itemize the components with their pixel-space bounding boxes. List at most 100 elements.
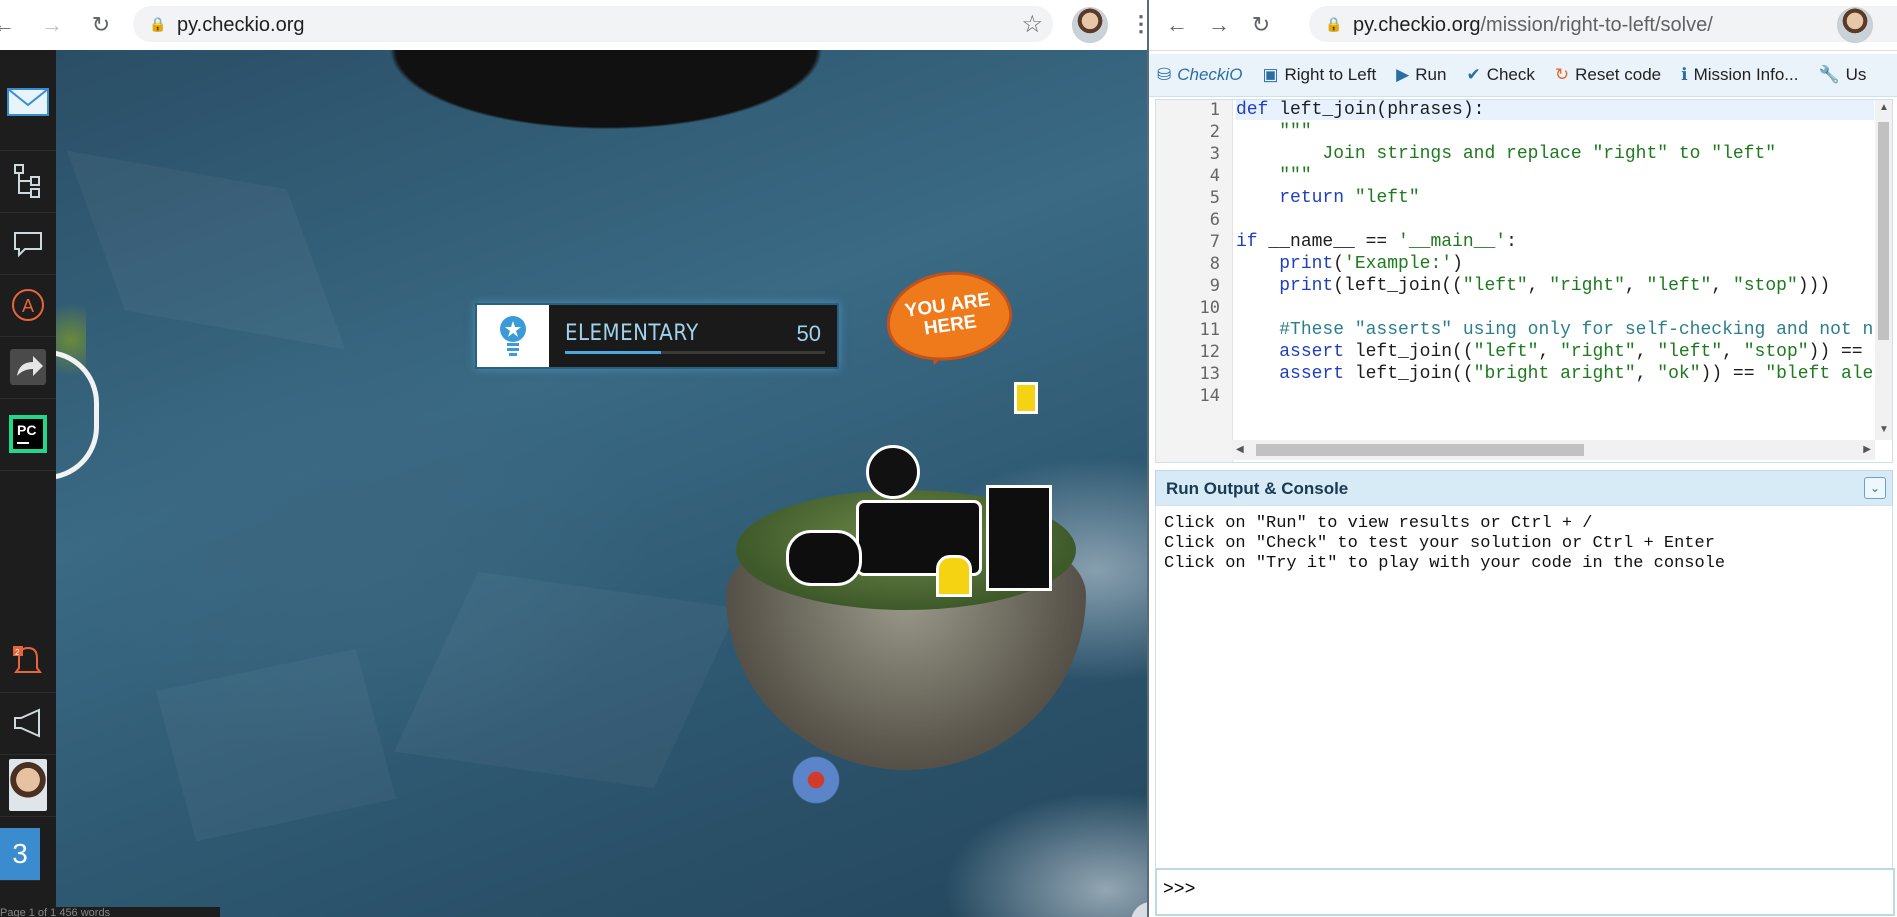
code-line[interactable]: if __name__ == '__main__': (1236, 232, 1517, 252)
svg-text:2: 2 (15, 648, 20, 657)
bookmark-star-icon[interactable]: ☆ (1021, 10, 1043, 39)
svg-text:PC: PC (17, 422, 36, 438)
vertical-scrollbar[interactable]: ▲ ▼ (1875, 100, 1892, 440)
pycharm-icon[interactable]: PC (0, 398, 56, 471)
line-number: 12 (1199, 342, 1220, 362)
checkio-logo-text: CheckiO (1177, 65, 1243, 84)
status-strip: Page 1 of 1 456 words (0, 907, 220, 917)
console-line: Click on "Run" to view results or Ctrl +… (1164, 514, 1593, 533)
code-line[interactable]: """ (1236, 166, 1311, 186)
level-number: 3 (12, 838, 28, 869)
floating-island[interactable] (706, 382, 1106, 820)
console-input[interactable] (1207, 878, 1881, 906)
notification-bell-icon[interactable]: 2 (0, 630, 56, 693)
play-icon: ▶ (1396, 65, 1410, 84)
reset-icon: ↻ (1554, 65, 1570, 84)
lock-icon: 🔒 (149, 16, 167, 32)
avatar-icon[interactable] (0, 754, 56, 817)
wheel-fragment (56, 350, 99, 480)
level-progress-fill (565, 351, 662, 354)
lock-icon: 🔒 (1325, 16, 1343, 32)
collapse-chevron-icon[interactable]: ⌄ (1864, 477, 1886, 499)
level-number-icon[interactable]: 3 (0, 828, 40, 881)
code-line[interactable]: #These "asserts" using only for self-che… (1236, 320, 1874, 340)
level-card[interactable]: ELEMENTARY 50 (475, 303, 839, 369)
vertical-scroll-thumb[interactable] (1878, 122, 1889, 340)
horizontal-scrollbar[interactable]: ◀ ▶ (1232, 440, 1875, 460)
right-browser-toolbar: ← → ↻ 🔒 py.checkio.org/mission/right-to-… (1149, 0, 1897, 51)
airship-silhouette (306, 50, 906, 170)
forward-arrow-icon[interactable]: → (1203, 9, 1235, 41)
megaphone-icon[interactable] (0, 692, 56, 755)
run-label: Run (1415, 65, 1447, 84)
envelope-icon[interactable] (0, 50, 56, 151)
share-icon[interactable] (0, 336, 56, 399)
scroll-right-arrow-icon[interactable]: ▶ (1863, 444, 1871, 455)
line-number: 7 (1209, 232, 1220, 252)
line-number: 9 (1209, 276, 1220, 296)
checkmark-icon: ✔ (1466, 65, 1481, 84)
code-line[interactable]: def left_join(phrases): (1236, 100, 1874, 120)
line-number: 14 (1199, 386, 1220, 406)
reset-code-button[interactable]: ↻ Reset code (1545, 54, 1671, 96)
mission-map[interactable]: ELEMENTARY 50 YOU ARE HERE (56, 50, 1147, 917)
reload-icon[interactable]: ↻ (85, 9, 117, 41)
code-line[interactable] (1236, 210, 1247, 230)
code-line[interactable]: """ (1236, 122, 1311, 142)
wrench-icon: 🔧 (1818, 65, 1840, 84)
code-line[interactable]: Join strings and replace "right" to "lef… (1236, 144, 1776, 164)
level-name: ELEMENTARY (565, 321, 699, 346)
address-bar-url: py.checkio.org (177, 14, 305, 36)
extra-tool-button[interactable]: 🔧 Us (1808, 54, 1876, 96)
speech-bubble-icon[interactable] (0, 212, 56, 275)
line-number: 6 (1209, 210, 1220, 230)
level-progress-bar (565, 351, 825, 354)
code-area[interactable]: def left_join(phrases): """ Join strings… (1236, 100, 1874, 440)
mission-title: Right to Left (1284, 65, 1377, 84)
cloud (1131, 902, 1147, 917)
scroll-up-arrow-icon[interactable]: ▲ (1879, 102, 1889, 113)
code-line[interactable]: assert left_join(("left", "right", "left… (1236, 342, 1874, 362)
address-bar[interactable]: 🔒 py.checkio.org/mission/right-to-left/s… (1309, 6, 1897, 42)
code-line[interactable]: print('Example:') (1236, 254, 1463, 274)
island-barrels (786, 530, 862, 586)
profile-avatar[interactable] (1072, 7, 1108, 43)
tree-icon[interactable] (0, 150, 56, 213)
left-browser-toolbar: ← → ↻ 🔒 py.checkio.org ☆ ⋮ (0, 0, 1147, 51)
code-editor[interactable]: 1 2 3 4 5 6 7 8 9 10 11 12 13 14 def left_join(phrase… (1155, 99, 1893, 463)
code-line[interactable] (1236, 298, 1247, 318)
console-title: Run Output & Console (1166, 479, 1349, 498)
profile-avatar[interactable] (1837, 7, 1873, 43)
editor-toolbar: ⛁ CheckiO ▣ Right to Left ▶ Run ✔ Check … (1149, 54, 1897, 97)
checkio-logo[interactable]: ⛁ CheckiO (1149, 54, 1252, 96)
reset-label: Reset code (1575, 65, 1662, 84)
reload-icon[interactable]: ↻ (1245, 9, 1277, 41)
a-circle-icon[interactable]: A (0, 274, 56, 337)
forward-arrow-icon[interactable]: → (36, 9, 68, 41)
code-line[interactable]: assert left_join(("bright aright", "ok")… (1236, 364, 1874, 384)
back-arrow-icon[interactable]: ← (1161, 9, 1193, 41)
console-header: Run Output & Console ⌄ (1155, 470, 1893, 506)
console-prompt-row: >>> (1155, 868, 1895, 916)
scroll-down-arrow-icon[interactable]: ▼ (1879, 424, 1889, 435)
line-number: 1 (1209, 100, 1220, 120)
check-button[interactable]: ✔ Check (1456, 54, 1544, 96)
line-number: 11 (1199, 320, 1220, 340)
mission-info-button[interactable]: ℹ Mission Info... (1671, 54, 1808, 96)
you-are-here-badge: YOU ARE HERE (880, 263, 1018, 369)
menu-kebab-icon[interactable]: ⋮ (1130, 11, 1147, 37)
url-host: py.checkio.org (1353, 14, 1481, 36)
mission-title-button[interactable]: ▣ Right to Left (1252, 54, 1386, 96)
code-line[interactable]: print(left_join(("left", "right", "left"… (1236, 276, 1830, 296)
satellite-dish (866, 445, 920, 499)
island-tower (986, 485, 1052, 591)
horizontal-scroll-thumb[interactable] (1256, 444, 1584, 456)
back-arrow-icon[interactable]: ← (0, 9, 20, 41)
scroll-left-arrow-icon[interactable]: ◀ (1236, 444, 1244, 455)
extra-tool-label: Us (1845, 65, 1867, 84)
run-button[interactable]: ▶ Run (1386, 54, 1456, 96)
island-door (936, 555, 972, 597)
code-line[interactable]: return "left" (1236, 188, 1419, 208)
address-bar[interactable]: 🔒 py.checkio.org ☆ (133, 6, 1053, 42)
line-number: 13 (1199, 364, 1220, 384)
